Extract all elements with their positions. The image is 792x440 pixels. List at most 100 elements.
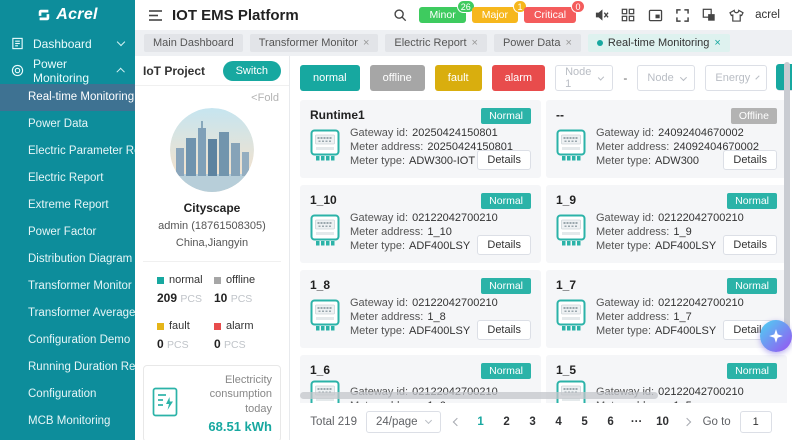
switch-project-button[interactable]: Switch [223, 61, 281, 81]
field-label: Meter address: [350, 311, 423, 323]
field-label: Meter type: [596, 240, 651, 252]
page-4[interactable]: 4 [551, 416, 567, 428]
horizontal-scrollbar[interactable] [300, 392, 658, 399]
search-icon[interactable] [392, 7, 408, 23]
normal-legend-square [157, 277, 164, 284]
fold-link[interactable]: <Fold [135, 86, 289, 104]
page-10[interactable]: 10 [655, 416, 671, 428]
stat-alarm: alarm0 PCS [214, 320, 271, 351]
fullscreen-icon[interactable] [674, 7, 690, 23]
chevron-down-icon [425, 417, 432, 424]
sidebar-item-power-monitoring[interactable]: Power Monitoring [0, 57, 135, 84]
tab-main-dashboard[interactable]: Main Dashboard [144, 34, 243, 52]
status-badge: Normal [727, 363, 777, 379]
page-6[interactable]: 6 [603, 416, 619, 428]
dashboard-icon [11, 37, 25, 51]
apps-grid-icon[interactable] [620, 7, 636, 23]
minor-alert-badge[interactable]: Minor26 [419, 7, 465, 23]
meter-icon [310, 214, 340, 249]
tab-electric-report[interactable]: Electric Report× [385, 34, 487, 52]
tab-real-time-monitoring[interactable]: Real-time Monitoring× [588, 34, 730, 52]
metric-label: Electricity consumption today [186, 373, 272, 416]
page-1[interactable]: 1 [473, 416, 489, 428]
next-page-button[interactable] [682, 417, 690, 425]
close-tab-icon[interactable]: × [565, 38, 571, 49]
sidebar-item-mcb-monitoring[interactable]: MCB Monitoring [0, 408, 135, 435]
sidebar-item-electric-report[interactable]: Electric Report [0, 165, 135, 192]
sidebar-item-running-duration-report[interactable]: Running Duration Report [0, 354, 135, 381]
menu-collapse-icon[interactable] [147, 7, 163, 23]
major-alert-badge[interactable]: Major1 [472, 7, 518, 23]
sidebar-item-label: Dashboard [33, 37, 92, 51]
stat-label: alarm [214, 320, 271, 332]
stat-unit: PCS [224, 339, 246, 351]
tab-power-data[interactable]: Power Data× [494, 34, 581, 52]
mute-icon[interactable] [593, 7, 609, 23]
status-badge: Normal [481, 363, 531, 379]
sidebar-item-extreme-report[interactable]: Extreme Report [0, 192, 135, 219]
close-tab-icon[interactable]: × [472, 38, 478, 49]
energy-select[interactable]: Energy [705, 65, 767, 91]
page-title: IOT EMS Platform [172, 7, 299, 24]
sidebar-item-real-time-monitoring[interactable]: Real-time Monitoring [0, 84, 135, 111]
filter-alarm-button[interactable]: alarm [492, 65, 546, 91]
device-gateway-line: Gateway id:02122042700210 [350, 297, 531, 309]
goto-page-input[interactable] [740, 411, 772, 433]
status-badge: Normal [481, 108, 531, 124]
per-page-select[interactable]: 24/page [366, 411, 441, 433]
page-2[interactable]: 2 [499, 416, 515, 428]
project-admin: admin (18761508305) [135, 220, 289, 232]
alert-badges: Minor26 Major1 Critical0 [419, 7, 582, 23]
close-tab-icon[interactable]: × [363, 38, 369, 49]
stat-normal: normal209 PCS [157, 274, 214, 305]
user-name[interactable]: acrel [755, 9, 780, 21]
sidebar-item-power-data[interactable]: Power Data [0, 111, 135, 138]
fault-legend-square [157, 323, 164, 330]
sidebar-item-transformer-monitor[interactable]: Transformer Monitor [0, 273, 135, 300]
filter-fault-button[interactable]: fault [435, 65, 482, 91]
chevron-down-icon [598, 74, 604, 80]
sidebar-item-power-factor[interactable]: Power Factor [0, 219, 135, 246]
stat-value: 10 PCS [214, 291, 271, 305]
screen-icon[interactable] [647, 7, 663, 23]
vertical-scrollbar[interactable] [784, 62, 790, 330]
sidebar-item-distribution-diagram[interactable]: Distribution Diagram [0, 246, 135, 273]
field-value: 02122042700210 [412, 297, 498, 309]
node-end-select[interactable]: Node [637, 65, 695, 91]
field-label: Meter address: [596, 226, 669, 238]
page-numbers: 123456 ··· 10 [473, 416, 671, 428]
critical-alert-badge[interactable]: Critical0 [524, 7, 576, 23]
theme-shirt-icon[interactable] [728, 7, 744, 23]
field-value: ADF400LSY [409, 325, 470, 337]
field-value: ADW300 [655, 155, 699, 167]
filter-normal-button[interactable]: normal [300, 65, 360, 91]
sidebar-item-configuration[interactable]: Configuration [0, 381, 135, 408]
sidebar-item-configuration-demo[interactable]: Configuration Demo [0, 327, 135, 354]
tab-transformer-monitor[interactable]: Transformer Monitor× [250, 34, 379, 52]
device-gateway-line: Gateway id:02122042700210 [596, 212, 777, 224]
layers-icon[interactable] [701, 7, 717, 23]
stat-fault: fault0 PCS [157, 320, 214, 351]
sidebar-item-transformer-average-loa[interactable]: Transformer Average Loa... [0, 300, 135, 327]
details-button[interactable]: Details [477, 235, 531, 255]
details-button[interactable]: Details [723, 235, 777, 255]
page-5[interactable]: 5 [577, 416, 593, 428]
close-tab-icon[interactable]: × [714, 38, 720, 49]
filter-offline-button[interactable]: offline [370, 65, 425, 91]
chevron-down-icon [117, 38, 125, 46]
chevron-down-icon [680, 74, 687, 81]
sidebar-item-electric-parameter-report[interactable]: Electric Parameter Report [0, 138, 135, 165]
device-gateway-line: Gateway id:02122042700210 [596, 297, 777, 309]
node-start-select[interactable]: Node 1 [555, 65, 613, 91]
page-3[interactable]: 3 [525, 416, 541, 428]
meter-icon [556, 214, 586, 249]
page-ellipsis[interactable]: ··· [629, 416, 645, 428]
details-button[interactable]: Details [723, 150, 777, 170]
details-button[interactable]: Details [477, 320, 531, 340]
prev-page-button[interactable] [452, 417, 460, 425]
details-button[interactable]: Details [477, 150, 531, 170]
device-card: --OfflineGateway id:24092404670002Meter … [546, 100, 787, 178]
assistant-fab[interactable] [760, 320, 792, 352]
field-value: 1_10 [427, 226, 451, 238]
sidebar-item-dashboard[interactable]: Dashboard [0, 30, 135, 57]
